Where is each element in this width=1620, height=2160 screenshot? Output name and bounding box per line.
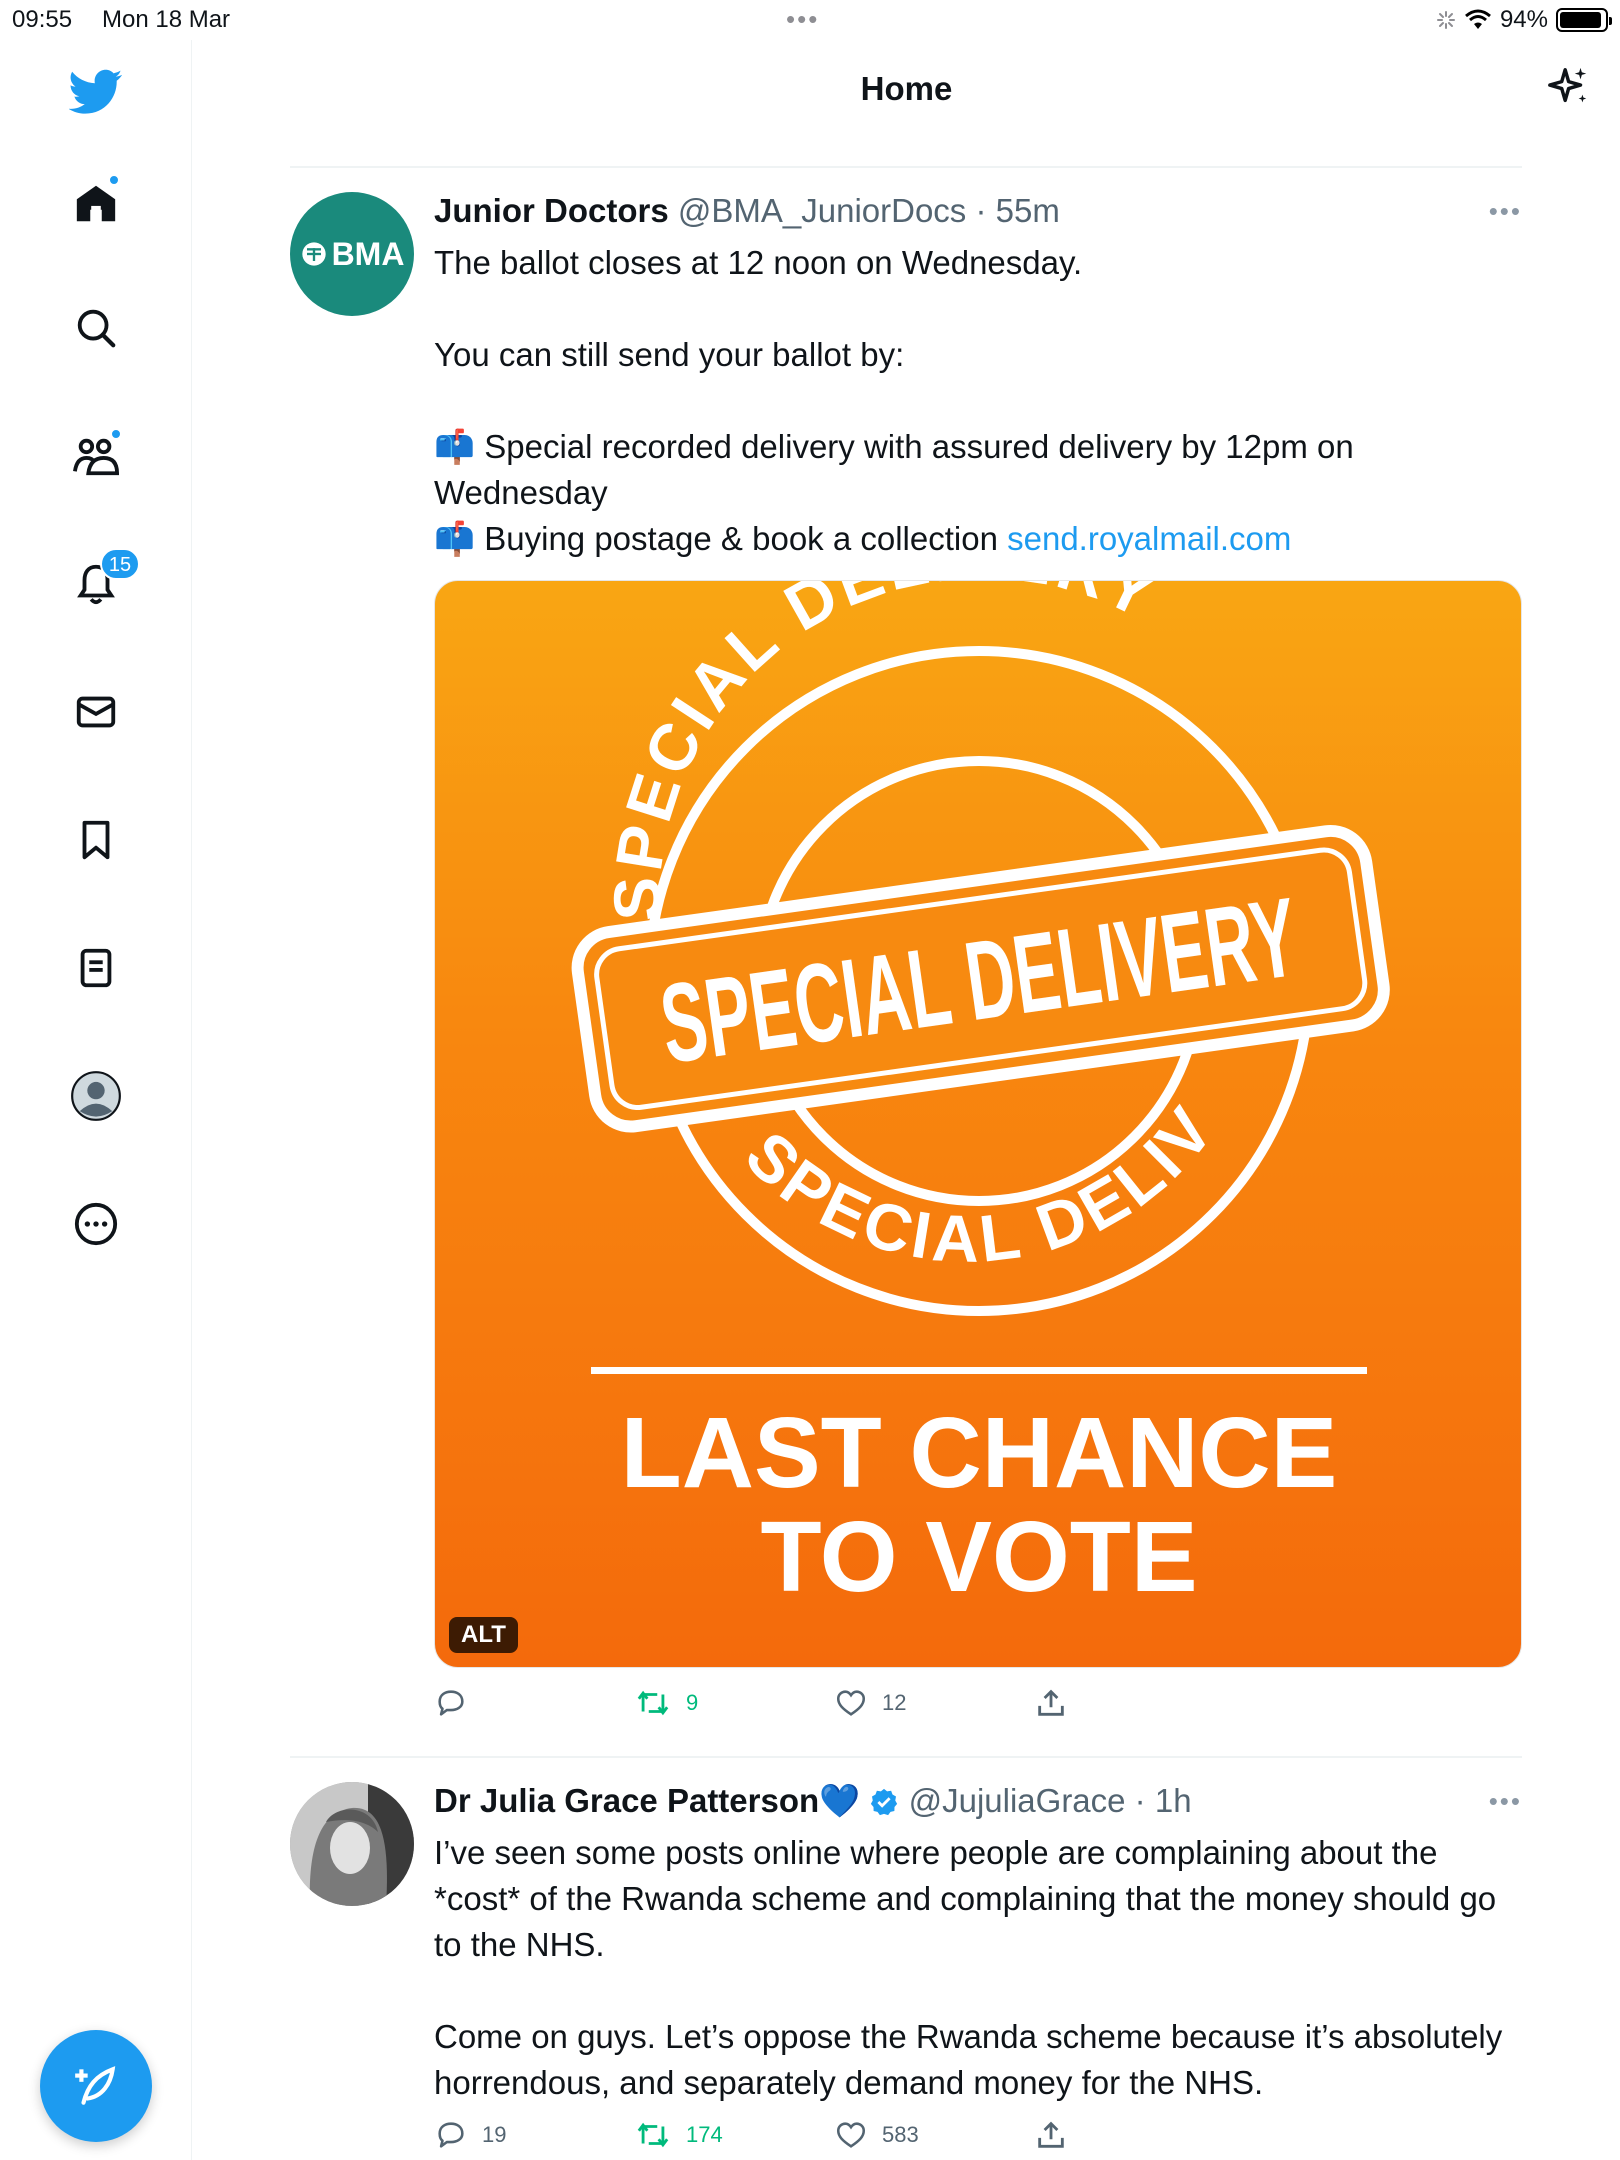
author-handle[interactable]: @JujuliaGrace — [909, 1782, 1126, 1819]
divider — [290, 1756, 1522, 1758]
reply-icon — [438, 1690, 464, 1716]
like-count: 583 — [882, 2122, 919, 2147]
retweet-button[interactable]: 174 — [634, 2118, 834, 2152]
share-button[interactable] — [1034, 1686, 1234, 1720]
tweet-actions: 19 174 583 — [434, 2118, 1234, 2152]
sidebar-item-profile[interactable] — [68, 1068, 124, 1124]
headline-rule — [591, 1367, 1367, 1374]
headline-line-1: LAST CHANCE — [620, 1397, 1338, 1509]
author-handle[interactable]: @BMA_JuniorDocs — [678, 192, 966, 229]
sidebar-item-communities[interactable] — [68, 428, 124, 484]
divider — [290, 166, 1522, 168]
retweet-count: 9 — [686, 1690, 699, 1715]
separator: · — [966, 192, 996, 229]
multitasking-dots[interactable]: ••• — [786, 4, 819, 35]
sidebar-item-explore[interactable] — [68, 300, 124, 356]
battery-icon — [1556, 8, 1612, 32]
sidebar-item-lists[interactable] — [68, 940, 124, 996]
like-button[interactable]: 12 — [834, 1686, 1034, 1720]
avatar-photo — [290, 1782, 414, 1906]
retweet-icon — [637, 1690, 669, 1716]
timeline-header: Home — [193, 40, 1620, 146]
tweet-header: Junior Doctors @BMA_JuniorDocs · 55m — [434, 192, 1060, 230]
tweet[interactable]: Dr Julia Grace Patterson💙 @JujuliaGrace … — [290, 1782, 1522, 2160]
like-count: 12 — [882, 1690, 907, 1715]
share-button[interactable] — [1034, 2118, 1234, 2152]
tweet-header: Dr Julia Grace Patterson💙 @JujuliaGrace … — [434, 1782, 1192, 1821]
compose-tweet-button[interactable] — [40, 2030, 152, 2142]
tweet[interactable]: BMA Junior Doctors @BMA_JuniorDocs · 55m… — [290, 192, 1522, 1742]
profile-icon — [71, 1071, 121, 1121]
reply-icon — [438, 2122, 464, 2148]
home-unread-dot — [108, 174, 120, 186]
tweet-time[interactable]: 1h — [1155, 1782, 1192, 1819]
tweet-line: Come on guys. Let’s oppose the Rwanda sc… — [434, 2018, 1503, 2101]
avatar[interactable]: BMA — [290, 192, 414, 316]
home-icon — [76, 185, 116, 222]
wifi-icon — [1464, 9, 1491, 29]
heart-icon — [836, 2122, 866, 2148]
battery-percent: 94% — [1499, 6, 1548, 33]
twitter-logo-icon[interactable] — [68, 64, 124, 120]
sidebar-item-bookmarks[interactable] — [68, 812, 124, 868]
status-time: 09:55 — [12, 6, 73, 33]
sidebar-item-more[interactable] — [68, 1196, 124, 1252]
compose-feather-icon — [75, 2066, 116, 2105]
share-icon — [1038, 2121, 1064, 2148]
separator: · — [1125, 1782, 1155, 1819]
tweet-text: The ballot closes at 12 noon on Wednesda… — [434, 240, 1524, 562]
status-bar: 09:55 Mon 18 Mar ••• 94% — [0, 0, 1620, 40]
activity-icon — [1436, 11, 1455, 29]
share-icon — [1038, 1689, 1064, 1716]
search-icon — [77, 309, 116, 348]
headline-line-2: TO VOTE — [760, 1501, 1198, 1613]
tweet-link[interactable]: send.royalmail.com — [1007, 520, 1291, 557]
tweet-line: 📫 Special recorded delivery with assured… — [434, 428, 1354, 511]
status-date: Mon 18 Mar — [102, 6, 231, 33]
lists-icon — [80, 948, 112, 988]
status-right: 94% — [1436, 6, 1612, 34]
more-icon — [74, 1202, 118, 1246]
sidebar-item-home[interactable] — [68, 174, 124, 232]
sidebar-item-notifications[interactable]: 15 — [68, 548, 140, 612]
retweet-icon — [637, 2122, 669, 2148]
notifications-badge: 15 — [100, 548, 140, 580]
tweet-line: The ballot closes at 12 noon on Wednesda… — [434, 244, 1083, 281]
tweet-text: I’ve seen some posts online where people… — [434, 1830, 1524, 2106]
sidebar: 15 — [0, 40, 192, 2160]
communities-icon — [73, 438, 120, 476]
tweet-line-with-link: 📫 Buying postage & book a collection sen… — [434, 520, 1292, 557]
verified-badge-icon — [871, 1788, 898, 1816]
bma-logo: BMA — [300, 236, 404, 273]
author-name[interactable]: Junior Doctors — [434, 192, 669, 229]
tweet-media-image[interactable]: SPECIAL DELIVERY SPECIAL DELIVERY SPECIA… — [434, 580, 1522, 1668]
retweet-button[interactable]: 9 — [634, 1686, 834, 1720]
mail-icon — [76, 696, 116, 728]
reply-button[interactable] — [434, 1686, 634, 1720]
author-name[interactable]: Dr Julia Grace Patterson💙 — [434, 1782, 860, 1819]
avatar[interactable] — [290, 1782, 414, 1906]
like-button[interactable]: 583 — [834, 2118, 1034, 2152]
reply-count: 19 — [482, 2122, 507, 2147]
special-delivery-stamp: SPECIAL DELIVERY SPECIAL DELIVERY SPECIA… — [435, 581, 1390, 1316]
page-title: Home — [860, 70, 953, 107]
reply-button[interactable]: 19 — [434, 2118, 634, 2152]
tweet-actions: 9 12 — [434, 1686, 1234, 1720]
bookmark-icon — [82, 820, 110, 860]
tweet-line: I’ve seen some posts online where people… — [434, 1834, 1497, 1963]
heart-icon — [836, 1690, 866, 1716]
sidebar-item-messages[interactable] — [68, 684, 124, 740]
tweet-line: You can still send your ballot by: — [434, 336, 905, 373]
alt-text-button[interactable]: ALT — [449, 1617, 518, 1653]
retweet-count: 174 — [686, 2122, 723, 2147]
tweet-more-button[interactable]: ••• — [1489, 196, 1522, 227]
tweet-more-button[interactable]: ••• — [1489, 1786, 1522, 1817]
sparkle-icon[interactable] — [1546, 64, 1592, 110]
tweet-time[interactable]: 55m — [996, 192, 1060, 229]
communities-unread-dot — [110, 428, 122, 440]
bma-emblem-icon — [301, 242, 326, 266]
